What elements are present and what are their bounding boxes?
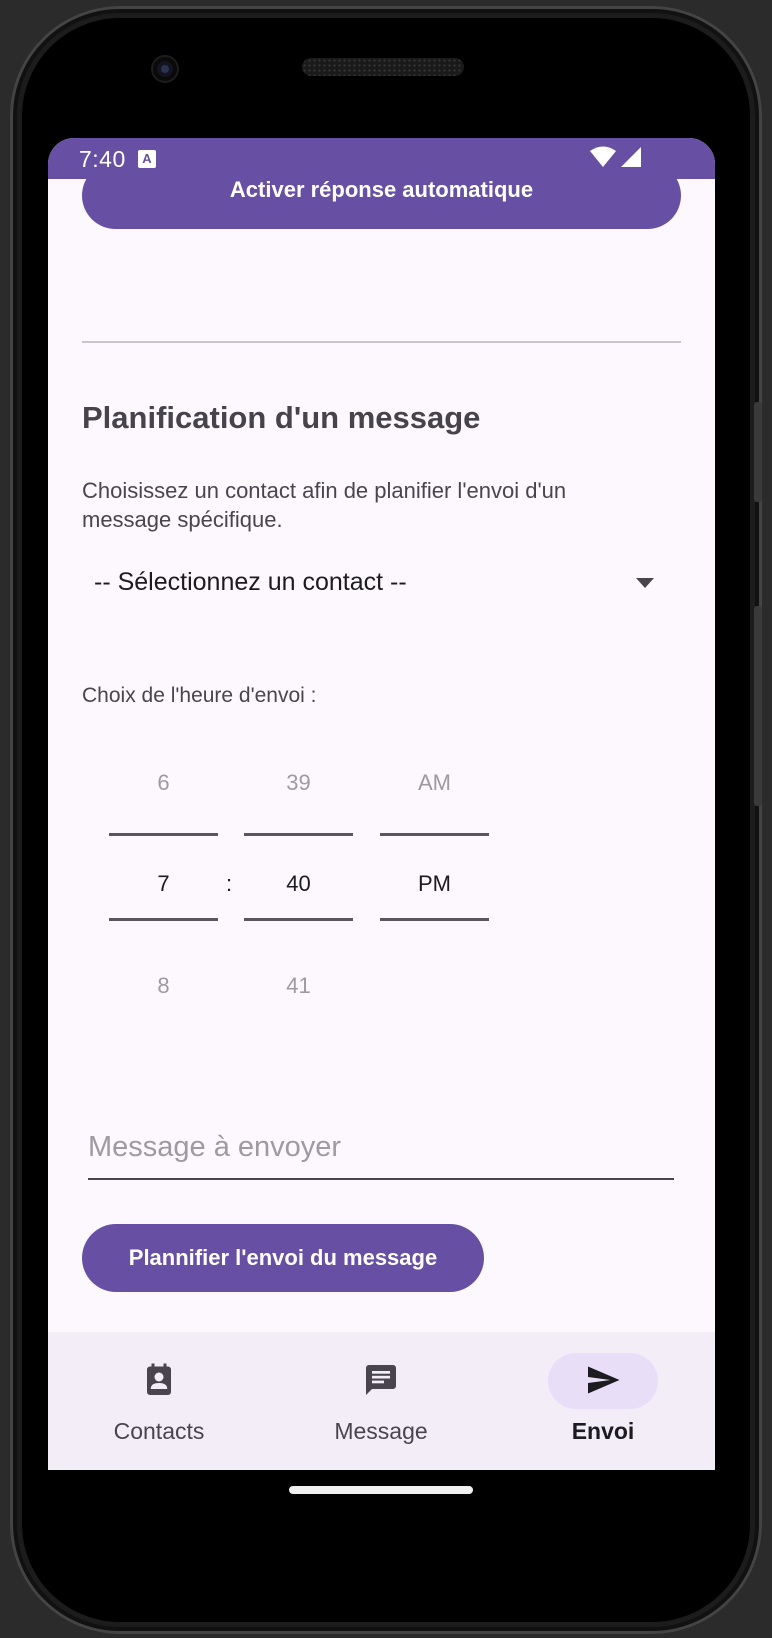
font-a-icon: A	[138, 150, 156, 168]
schedule-send-button[interactable]: Plannifier l'envoi du message	[82, 1224, 484, 1292]
status-time: 7:40	[79, 146, 126, 172]
status-bar: 7:40 A	[48, 138, 715, 179]
ampm-picker[interactable]: AM PM	[380, 754, 489, 1040]
bottom-navigation: Contacts Message Envoi	[48, 1332, 715, 1470]
front-camera	[153, 57, 177, 81]
minute-next[interactable]: 41	[244, 973, 353, 999]
schedule-send-button-label: Plannifier l'envoi du message	[128, 1245, 438, 1270]
message-input[interactable]	[88, 1120, 674, 1180]
nav-label-envoi: Envoi	[571, 1418, 635, 1444]
section-divider	[82, 341, 681, 343]
nav-item-message[interactable]: Message	[270, 1332, 492, 1470]
power-button	[754, 402, 762, 502]
send-icon	[588, 1366, 620, 1394]
contact-dropdown-value: -- Sélectionnez un contact --	[94, 568, 407, 596]
minute-prev[interactable]: 39	[244, 770, 353, 796]
wifi-icon	[590, 146, 616, 167]
picker-divider	[244, 918, 353, 921]
minute-current[interactable]: 40	[244, 871, 353, 897]
hour-next[interactable]: 8	[109, 973, 218, 999]
contact-dropdown[interactable]: -- Sélectionnez un contact --	[82, 552, 654, 612]
dropdown-arrow-icon	[636, 578, 654, 588]
ampm-current[interactable]: PM	[380, 871, 489, 897]
message-icon	[366, 1365, 396, 1395]
ampm-prev[interactable]: AM	[380, 770, 489, 796]
hour-prev[interactable]: 6	[109, 770, 218, 796]
earpiece-speaker	[302, 58, 464, 76]
picker-divider	[244, 833, 353, 836]
nav-item-envoi[interactable]: Envoi	[492, 1332, 714, 1470]
minute-picker[interactable]: 39 40 41	[244, 754, 353, 1040]
section-description: Choisissez un contact afin de planifier …	[82, 478, 567, 532]
time-label: Choix de l'heure d'envoi :	[82, 684, 317, 707]
auto-reply-button-label: Activer réponse automatique	[229, 177, 534, 202]
picker-divider	[109, 918, 218, 921]
app-screen: 7:40 A Activer réponse automatique Plani…	[48, 138, 715, 1470]
contact-card-icon	[147, 1363, 171, 1395]
nav-item-contacts[interactable]: Contacts	[48, 1332, 270, 1470]
time-separator: :	[226, 871, 233, 896]
nav-label-message: Message	[334, 1418, 428, 1444]
message-field	[88, 1120, 674, 1180]
picker-divider	[109, 833, 218, 836]
home-indicator[interactable]	[289, 1486, 473, 1494]
hour-current[interactable]: 7	[109, 871, 218, 897]
picker-divider	[380, 833, 489, 836]
volume-button	[754, 606, 762, 806]
picker-divider	[380, 918, 489, 921]
section-title: Planification d'un message	[82, 400, 481, 435]
cell-signal-icon	[621, 147, 641, 167]
nav-label-contacts: Contacts	[113, 1418, 205, 1444]
hour-picker[interactable]: 6 7 8	[109, 754, 218, 1040]
